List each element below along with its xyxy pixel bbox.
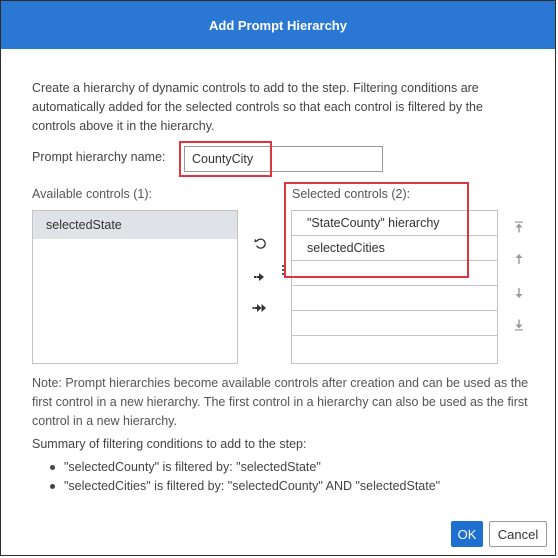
hierarchy-name-input[interactable] — [184, 146, 383, 172]
cancel-button[interactable]: Cancel — [489, 521, 547, 547]
list-item[interactable]: selectedCities — [292, 236, 497, 261]
move-down-icon[interactable] — [511, 284, 527, 302]
available-controls-list[interactable]: selectedState — [32, 210, 238, 364]
available-controls-label: Available controls (1): — [32, 187, 152, 201]
dialog-description: Create a hierarchy of dynamic controls t… — [32, 81, 483, 133]
selected-controls-list[interactable]: "StateCounty" hierarchy selectedCities — [291, 210, 498, 364]
undo-icon[interactable] — [251, 234, 269, 252]
move-to-bottom-icon[interactable] — [511, 316, 527, 334]
hierarchy-name-label: Prompt hierarchy name: — [32, 150, 166, 164]
list-item: "selectedCounty" is filtered by: "select… — [48, 458, 440, 477]
list-item: "selectedCities" is filtered by: "select… — [48, 477, 440, 496]
list-item[interactable] — [292, 336, 497, 361]
summary-list: "selectedCounty" is filtered by: "select… — [48, 458, 440, 496]
list-item[interactable]: selectedState — [33, 211, 237, 239]
dialog-title: Add Prompt Hierarchy — [209, 17, 347, 33]
move-all-right-icon[interactable] — [251, 299, 269, 317]
move-up-icon[interactable] — [511, 250, 527, 268]
move-right-icon[interactable] — [251, 268, 269, 286]
move-to-top-icon[interactable] — [511, 218, 527, 236]
ok-button[interactable]: OK — [451, 521, 483, 547]
note-text: Note: Prompt hierarchies become availabl… — [32, 376, 529, 428]
dialog-title-bar: Add Prompt Hierarchy — [1, 1, 555, 49]
add-prompt-hierarchy-dialog: Add Prompt Hierarchy Create a hierarchy … — [0, 0, 556, 556]
summary-title: Summary of filtering conditions to add t… — [32, 437, 307, 451]
list-item[interactable] — [292, 311, 497, 336]
drag-handle[interactable] — [282, 265, 285, 277]
list-item[interactable]: "StateCounty" hierarchy — [292, 211, 497, 236]
list-item[interactable] — [292, 261, 497, 286]
list-item[interactable] — [292, 286, 497, 311]
selected-controls-label: Selected controls (2): — [292, 187, 411, 201]
